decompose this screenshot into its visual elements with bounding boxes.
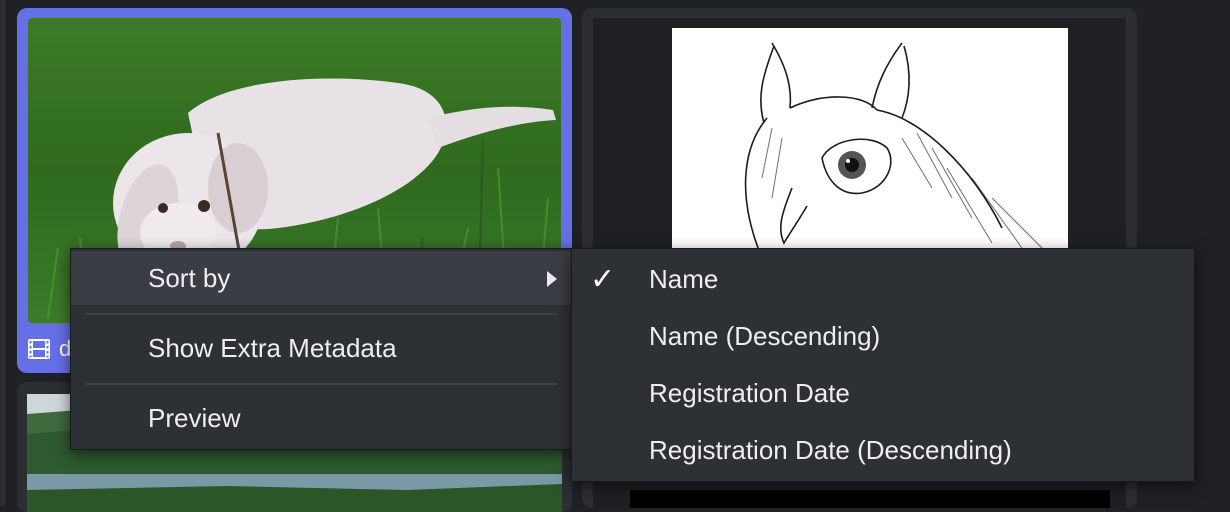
sort-option-registration-date-descending[interactable]: Registration Date (Descending) <box>572 422 1194 478</box>
film-icon <box>28 339 50 359</box>
owl-sketch-image <box>672 28 1068 268</box>
sort-option-name-descending[interactable]: Name (Descending) <box>572 308 1194 364</box>
sort-by-submenu: ✓ Name Name (Descending) Registration Da… <box>571 248 1195 482</box>
sort-option-label: Registration Date <box>649 377 850 408</box>
owl-image-thumbnail[interactable] <box>672 28 1068 268</box>
checkmark-icon: ✓ <box>590 261 616 297</box>
menu-item-sort-by[interactable]: Sort by <box>71 251 571 305</box>
context-menu: Sort by Show Extra Metadata Preview <box>70 248 572 450</box>
menu-separator <box>85 383 557 385</box>
owl-card-bottom-strip <box>630 490 1110 508</box>
sort-option-name[interactable]: ✓ Name <box>572 251 1194 307</box>
chevron-right-icon <box>547 271 557 287</box>
sort-option-label: Name <box>649 263 719 294</box>
menu-item-show-extra-metadata[interactable]: Show Extra Metadata <box>71 321 571 375</box>
menu-item-preview[interactable]: Preview <box>71 391 571 445</box>
menu-item-label: Show Extra Metadata <box>148 332 397 363</box>
menu-item-label: Sort by <box>148 262 231 293</box>
menu-separator <box>85 313 557 315</box>
sort-option-label: Registration Date (Descending) <box>649 434 1012 465</box>
dog-card-caption: d <box>27 330 71 368</box>
left-panel-edge <box>0 0 7 506</box>
menu-item-label: Preview <box>148 402 241 433</box>
sort-option-label: Name (Descending) <box>649 320 881 351</box>
sort-option-registration-date[interactable]: Registration Date <box>572 365 1194 421</box>
